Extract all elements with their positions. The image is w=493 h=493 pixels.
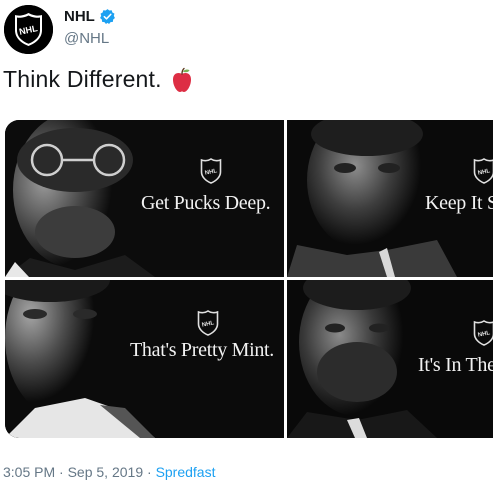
- account-handle[interactable]: @NHL: [64, 30, 109, 47]
- avatar[interactable]: NHL: [4, 5, 53, 54]
- tweet-text-row: Think Different.: [3, 66, 194, 93]
- tile-caption-1: Get Pucks Deep.: [141, 192, 271, 214]
- tweet-time[interactable]: 3:05 PM: [3, 464, 55, 480]
- tweet-source-link[interactable]: Spredfast: [156, 464, 216, 480]
- nhl-shield-logo-icon: NHL: [200, 158, 222, 184]
- nhl-shield-logo-icon: NHL: [4, 5, 53, 54]
- verified-badge-icon: [99, 9, 115, 24]
- tile-caption-3: That's Pretty Mint.: [130, 339, 275, 361]
- svg-text:NHL: NHL: [201, 320, 215, 329]
- tweet-header: NHL NHL @NHL: [0, 0, 493, 60]
- account-name-row[interactable]: NHL: [64, 8, 116, 25]
- tweet-metadata: 3:05 PM · Sep 5, 2019 · Spredfast: [3, 464, 216, 480]
- tweet-text: Think Different.: [3, 66, 162, 92]
- media-grid: NHL Get Pucks Deep. NHL Keep It S NHL Th…: [5, 120, 493, 438]
- media-tile-3[interactable]: NHL That's Pretty Mint.: [5, 280, 284, 438]
- tile-caption-4: It's In The: [418, 354, 493, 376]
- svg-text:NHL: NHL: [204, 168, 218, 177]
- meta-separator: ·: [143, 464, 156, 480]
- meta-separator: ·: [55, 464, 68, 480]
- media-tile-4[interactable]: NHL It's In The: [287, 280, 493, 438]
- media-tile-1[interactable]: NHL Get Pucks Deep.: [5, 120, 284, 277]
- nhl-shield-logo-icon: NHL: [197, 310, 219, 336]
- media-tile-2[interactable]: NHL Keep It S: [287, 120, 493, 277]
- tile-caption-2: Keep It S: [425, 192, 493, 214]
- svg-text:NHL: NHL: [477, 168, 491, 177]
- nhl-shield-logo-icon: NHL: [473, 158, 493, 184]
- tweet-date[interactable]: Sep 5, 2019: [68, 464, 144, 480]
- account-name[interactable]: NHL: [64, 8, 95, 25]
- red-apple-icon: [172, 67, 191, 92]
- svg-text:NHL: NHL: [477, 330, 491, 339]
- nhl-shield-logo-icon: NHL: [473, 320, 493, 346]
